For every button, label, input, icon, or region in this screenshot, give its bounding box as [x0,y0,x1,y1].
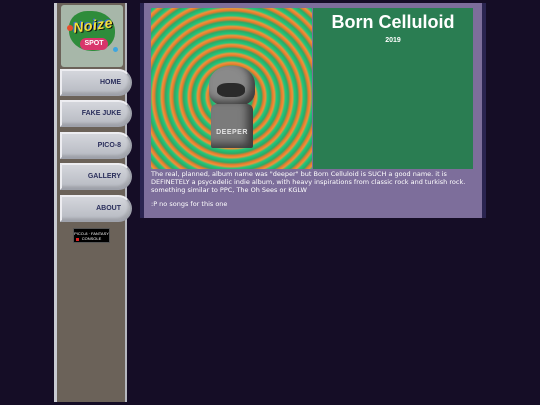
statue-face [217,83,245,97]
sidebar: Noize SPOT HOME FAKE JUKE PICO-8 GALLERY… [54,3,132,402]
nav-about-button[interactable]: ABOUT [60,195,132,222]
logo-dot [113,47,118,52]
site-logo[interactable]: Noize SPOT [61,5,123,67]
badge-text: PICO-8 · FANTASY CONSOLE [74,231,109,241]
songs-note: :P no songs for this one [151,200,228,208]
badge-red-dot [76,238,79,241]
album-year: 2019 [385,37,401,44]
cover-text: DEEPER [216,129,248,136]
album-cover-image: DEEPER [151,8,312,169]
nav-home-button[interactable]: HOME [60,69,132,96]
pico8-badge[interactable]: PICO-8 · FANTASY CONSOLE [73,228,110,243]
nav-fake-juke-button[interactable]: FAKE JUKE [60,100,132,127]
nav-gallery-button[interactable]: GALLERY [60,163,132,190]
album-title: Born Celluloid [331,12,455,32]
nav-pico8-button[interactable]: PICO-8 [60,132,132,159]
album-title-box: Born Celluloid 2019 [313,8,473,169]
album-description: The real, planned, album name was "deepe… [151,170,466,194]
statue-base [211,104,253,148]
logo-tag: SPOT [80,38,108,50]
